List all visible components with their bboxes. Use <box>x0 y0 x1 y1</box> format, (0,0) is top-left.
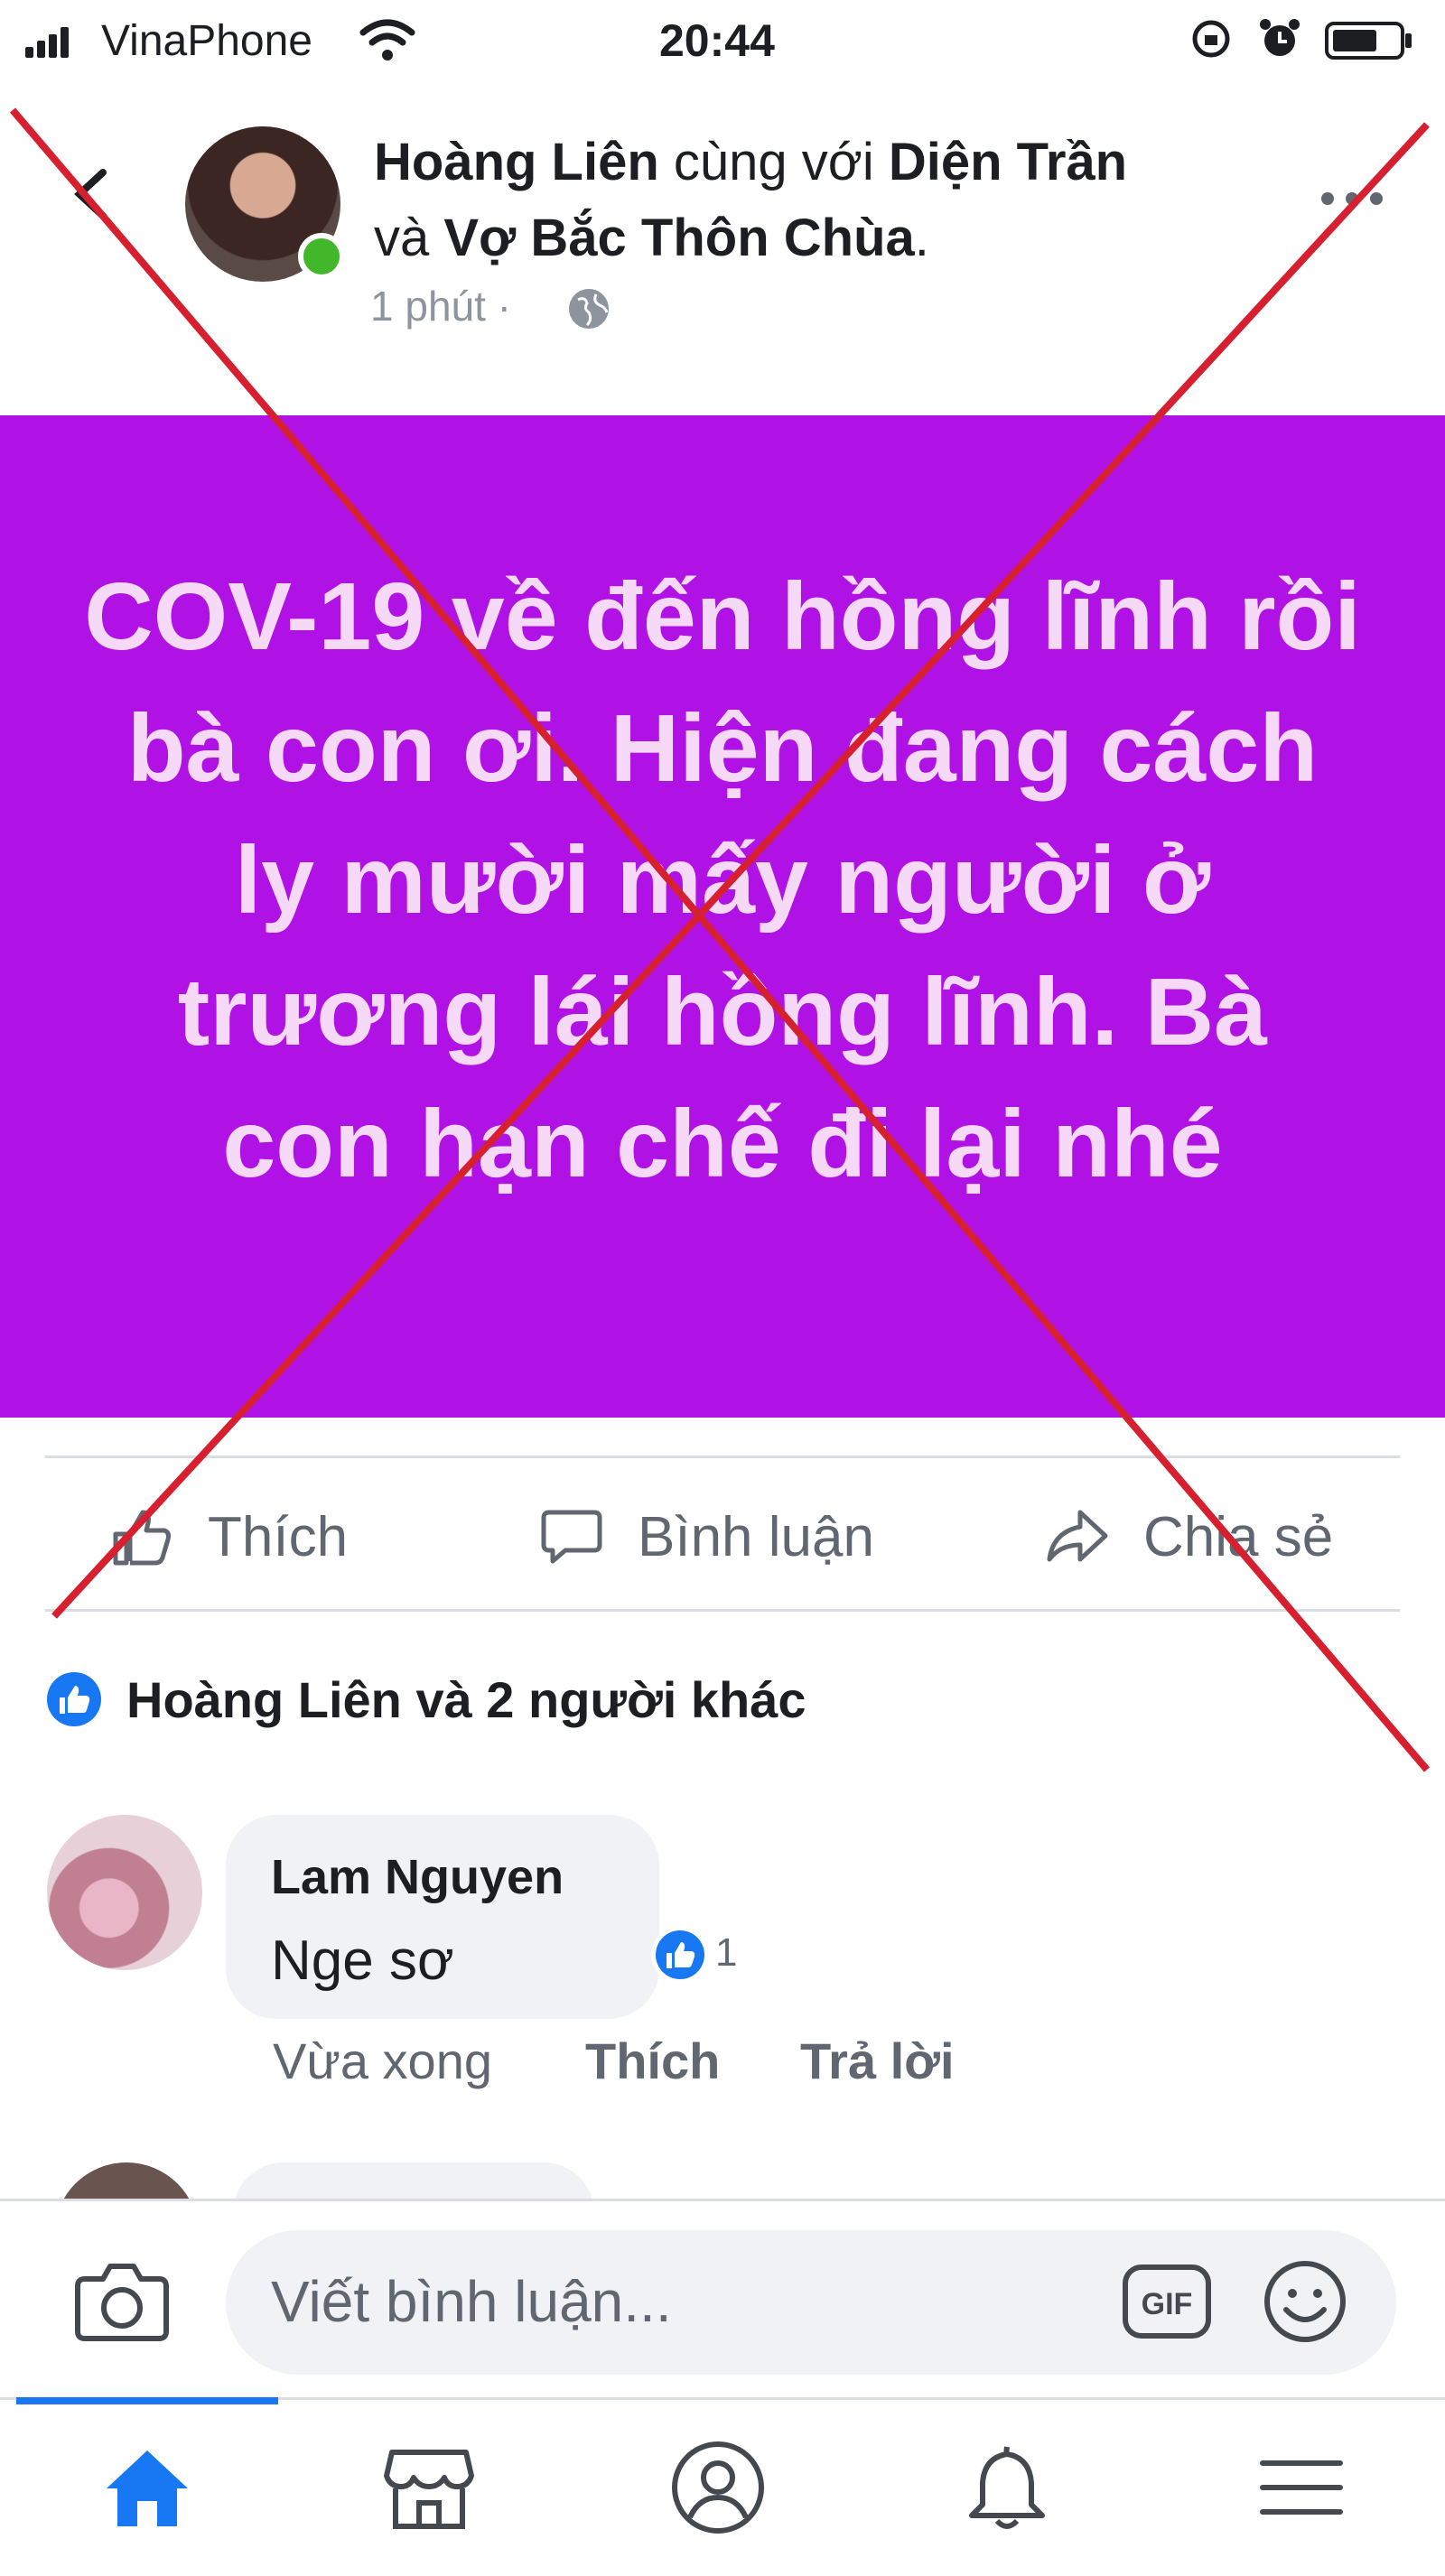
reactions-summary[interactable]: Hoàng Liên và 2 người khác <box>126 1670 806 1729</box>
comment-input-placeholder[interactable]: Viết bình luận... <box>271 2268 672 2335</box>
author-name[interactable]: Hoàng Liên <box>374 133 659 191</box>
divider <box>45 1455 1400 1458</box>
comment-label: Bình luận <box>638 1506 874 1568</box>
active-tab-indicator <box>16 2397 278 2404</box>
post-text: COV-19 về đến hồng lĩnh rồi bà con ơi. H… <box>84 563 1361 1197</box>
commenter-avatar[interactable] <box>47 1815 202 1970</box>
and-text: và <box>374 209 444 267</box>
comment-icon <box>541 1510 602 1564</box>
comment-button[interactable]: Bình luận <box>533 1485 939 1585</box>
home-icon[interactable] <box>98 2438 197 2537</box>
gif-icon[interactable]: GIF <box>1120 2262 1214 2341</box>
camera-icon[interactable] <box>72 2257 172 2344</box>
battery-icon <box>1325 22 1412 60</box>
thumbs-up-icon <box>113 1510 171 1566</box>
carrier-name: VinaPhone <box>101 17 312 65</box>
post-header-line-2: và Vợ Bắc Thôn Chùa. <box>374 208 929 269</box>
comment-like-link[interactable]: Thích <box>585 2032 720 2090</box>
share-icon <box>1047 1510 1108 1562</box>
alarm-icon <box>1260 19 1300 56</box>
emoji-icon[interactable] <box>1261 2257 1349 2346</box>
back-arrow-icon[interactable] <box>63 167 117 221</box>
post-header: Hoàng Liên cùng với Diện Trần <box>374 132 1127 193</box>
menu-icon[interactable] <box>1252 2438 1351 2537</box>
tagged-user-2[interactable]: Vợ Bắc Thôn Chùa <box>443 209 914 267</box>
status-time: 20:44 <box>659 15 775 66</box>
post-meta: 1 phút · <box>370 282 511 330</box>
svg-text:GIF: GIF <box>1142 2287 1193 2321</box>
comment-time: Vừa xong <box>273 2032 492 2089</box>
rotation-lock-icon <box>1192 20 1230 58</box>
status-bar: VinaPhone 20:44 <box>0 0 1445 86</box>
share-label: Chia sẻ <box>1143 1506 1334 1568</box>
post-time[interactable]: 1 phút <box>370 283 486 330</box>
divider <box>45 1609 1400 1612</box>
comment-like-reaction-icon[interactable] <box>648 1923 712 1986</box>
more-options-icon[interactable] <box>1319 181 1385 217</box>
wifi-icon <box>359 19 415 60</box>
profile-icon[interactable] <box>668 2438 768 2537</box>
online-status-dot <box>298 233 345 280</box>
share-button[interactable]: Chia sẻ <box>1039 1485 1400 1585</box>
signal-icon <box>25 27 72 58</box>
with-text: cùng với <box>658 133 889 191</box>
globe-icon <box>569 289 609 329</box>
marketplace-icon[interactable] <box>379 2438 479 2537</box>
comment-text: Nge sơ <box>271 1930 454 1992</box>
tagged-user-1[interactable]: Diện Trần <box>889 133 1127 191</box>
commenter-name[interactable]: Lam Nguyen <box>271 1849 564 1905</box>
like-button[interactable]: Thích <box>99 1485 388 1585</box>
meta-separator: · <box>485 283 512 330</box>
header-period: . <box>914 209 929 267</box>
like-label: Thích <box>208 1506 349 1568</box>
notifications-icon[interactable] <box>957 2438 1057 2537</box>
comment-like-count: 1 <box>715 1930 738 1975</box>
like-reaction-icon <box>47 1672 101 1726</box>
comment-reply-link[interactable]: Trả lời <box>800 2032 955 2090</box>
